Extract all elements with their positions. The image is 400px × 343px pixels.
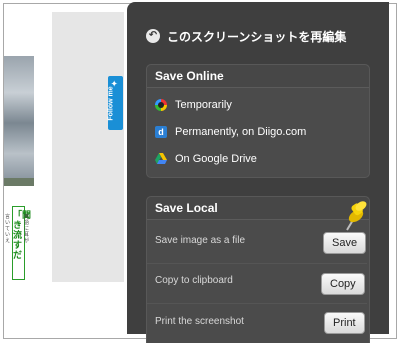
save-diigo-label: Permanently, on Diigo.com: [175, 126, 307, 138]
save-local-title: Save Local: [147, 197, 369, 220]
follow-me-label: Follow me: [107, 86, 115, 121]
page-jp-banner[interactable]: 言いていえ 「聞き流すだ 英語に耳が: [4, 204, 34, 284]
background-webpage: ✦ Follow me 言いていえ 「聞き流すだ 英語に耳が: [4, 4, 134, 338]
google-drive-icon: [155, 153, 167, 165]
save-temporarily-option[interactable]: Temporarily: [155, 99, 232, 111]
divider: [147, 303, 367, 304]
re-edit-title: このスクリーンショットを再編集: [167, 29, 347, 44]
print-button[interactable]: Print: [324, 312, 365, 334]
save-online-title: Save Online: [147, 65, 369, 88]
jp-banner-title: 「聞き流すだ: [13, 210, 32, 260]
follow-me-tab[interactable]: ✦ Follow me: [108, 76, 123, 130]
save-diigo-option[interactable]: d Permanently, on Diigo.com: [155, 126, 306, 138]
diigo-icon: d: [155, 126, 167, 138]
save-local-card: Save Local Save image as a file Save Cop…: [146, 196, 370, 343]
jp-banner-right-text: 英語に耳が: [24, 214, 30, 244]
print-screenshot-label: Print the screenshot: [155, 316, 244, 327]
save-google-drive-label: On Google Drive: [175, 153, 257, 165]
copy-button[interactable]: Copy: [321, 273, 365, 295]
re-edit-header[interactable]: ↶ このスクリーンショットを再編集: [146, 26, 346, 46]
page-photo: [4, 56, 34, 178]
save-google-drive-option[interactable]: On Google Drive: [155, 153, 257, 165]
page-photo-strip: [4, 178, 34, 186]
save-as-file-label: Save image as a file: [155, 235, 246, 246]
copy-to-clipboard-label: Copy to clipboard: [155, 275, 233, 286]
temporary-icon: [155, 99, 167, 111]
back-arrow-icon: ↶: [146, 29, 160, 43]
save-online-card: Save Online Temporarily d Permanently, o…: [146, 64, 370, 178]
page-grey-column: [52, 12, 124, 282]
save-temporarily-label: Temporarily: [175, 99, 232, 111]
jp-banner-left-text: 言いていえ: [5, 214, 11, 244]
divider: [147, 263, 367, 264]
pushpin-icon: [339, 200, 369, 236]
